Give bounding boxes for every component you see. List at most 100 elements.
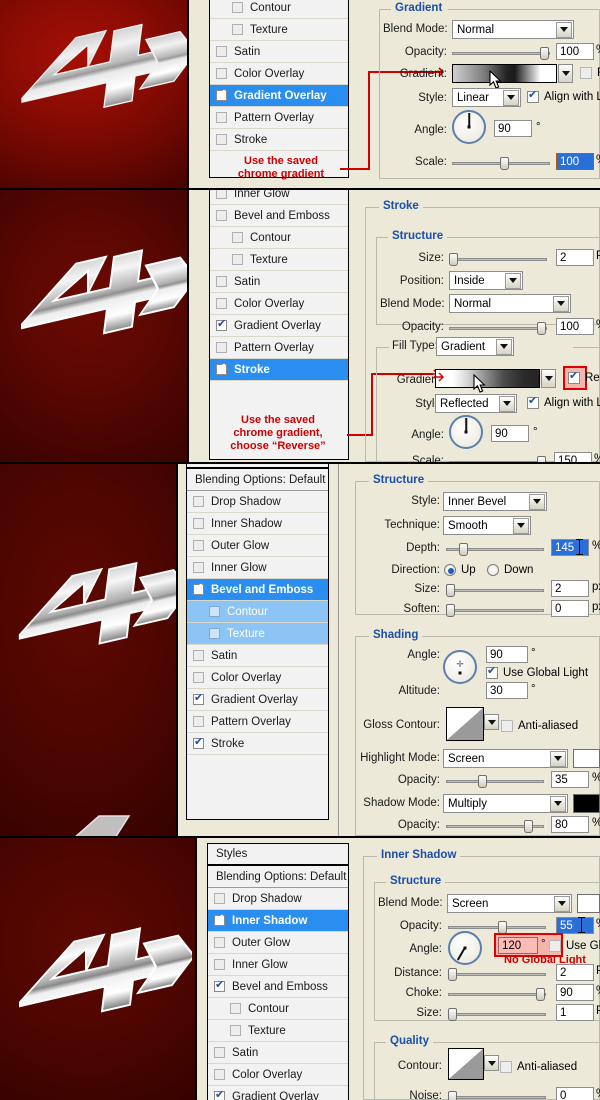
style-item-outer-glow[interactable]: Outer Glow [187,535,328,557]
style-item-gradient-overlay[interactable]: Gradient Overlay [208,1086,348,1100]
blend-mode-select[interactable]: Normal [452,20,574,39]
style-item-contour[interactable]: Contour [210,227,348,249]
gradient-preview-1[interactable] [452,64,557,83]
angle-field[interactable]: 120 [498,937,538,954]
soften-field[interactable]: 0 [551,600,589,617]
checkbox-icon[interactable] [193,692,204,705]
checkbox-icon[interactable] [214,979,225,992]
checkbox-icon[interactable] [193,518,204,529]
angle-dial[interactable] [452,110,486,144]
scale-field[interactable]: 100 [556,153,594,170]
highlight-opacity-field[interactable]: 35 [551,771,589,788]
checkbox-icon[interactable] [214,937,225,948]
size-field[interactable]: 1 [556,1004,594,1021]
reverse-checkbox[interactable]: Reve [568,370,600,384]
checkbox-icon[interactable] [193,582,204,595]
opacity-slider[interactable] [449,322,547,335]
checkbox-icon[interactable] [501,720,513,732]
checkbox-icon[interactable] [214,959,225,970]
chevron-down-icon[interactable] [499,395,515,412]
style-item-texture[interactable]: Texture [208,1020,348,1042]
checkbox-icon[interactable] [216,342,227,353]
style-item-contour[interactable]: Contour [210,0,348,19]
bevel-style-select[interactable]: Inner Bevel [443,492,547,511]
checkbox-icon[interactable] [209,606,220,617]
styles-list-3[interactable]: Styles Blending Options: Default Drop Sh… [186,464,329,820]
style-item-contour[interactable]: Contour [208,998,348,1020]
scale-slider[interactable] [452,157,550,170]
checkbox-icon[interactable] [216,190,227,199]
chevron-down-icon[interactable] [503,89,519,106]
contour-preview[interactable] [448,1048,484,1080]
blending-options-item[interactable]: Blending Options: Default [187,469,328,491]
checkbox-icon[interactable] [216,210,227,221]
choke-slider[interactable] [448,988,546,1001]
style-item-gradient-overlay[interactable]: Gradient Overlay [210,85,348,107]
checkbox-icon[interactable] [216,362,227,375]
anti-aliased-checkbox[interactable]: Anti-aliased [500,1061,577,1073]
chevron-down-icon[interactable] [550,750,566,767]
highlight-color-swatch[interactable] [573,749,600,768]
scale-field[interactable]: 150 [554,452,592,462]
style-item-color-overlay[interactable]: Color Overlay [208,1064,348,1086]
chevron-down-icon[interactable] [554,895,570,912]
checkbox-icon[interactable] [580,67,592,79]
shadow-color-swatch[interactable] [573,794,600,813]
style-item-inner-glow[interactable]: Inner Glow [210,190,348,205]
fill-type-select[interactable]: Gradient [436,337,514,356]
opacity-slider[interactable] [452,47,550,60]
checkbox-icon[interactable] [214,893,225,904]
chevron-down-icon[interactable] [550,795,566,812]
chevron-down-icon[interactable] [513,517,529,534]
checkbox-icon[interactable] [216,134,227,145]
style-item-pattern-overlay[interactable]: Pattern Overlay [187,711,328,733]
opacity-field[interactable]: 55 [556,917,594,934]
blend-mode-select[interactable]: Normal [449,294,571,313]
style-item-drop-shadow[interactable]: Drop Shadow [187,491,328,513]
checkbox-icon[interactable] [232,2,243,13]
style-item-inner-shadow[interactable]: Inner Shadow [208,910,348,932]
angle-dial[interactable] [448,931,482,965]
noise-field[interactable]: 0 [556,1087,594,1100]
style-item-stroke[interactable]: Stroke [187,733,328,755]
opacity-field[interactable]: 100 [556,43,594,60]
chevron-down-icon[interactable] [556,21,572,38]
style-item-satin[interactable]: Satin [187,645,328,667]
style-item-gradient-overlay[interactable]: Gradient Overlay [210,315,348,337]
chevron-down-icon[interactable] [553,295,569,312]
reverse-checkbox[interactable]: Re [580,67,600,79]
style-item-texture[interactable]: Texture [210,19,348,41]
use-global-light-checkbox[interactable]: Use Globa [549,940,600,952]
chevron-down-icon[interactable] [529,493,545,510]
style-item-color-overlay[interactable]: Color Overlay [187,667,328,689]
size-slider[interactable] [449,253,547,266]
opacity-field[interactable]: 100 [556,318,594,335]
checkbox-icon[interactable] [230,1003,241,1014]
size-field[interactable]: 2 [551,580,589,597]
style-item-satin[interactable]: Satin [208,1042,348,1064]
chevron-down-icon[interactable] [496,338,512,355]
checkbox-icon[interactable] [216,276,227,287]
radio-icon[interactable] [444,564,456,576]
style-item-drop-shadow[interactable]: Drop Shadow [208,888,348,910]
checkbox-icon[interactable] [216,88,227,101]
checkbox-icon[interactable] [216,46,227,57]
depth-slider[interactable] [446,543,544,556]
align-with-layer-checkbox[interactable]: Align with L [527,89,600,103]
style-item-stroke[interactable]: Stroke [210,129,348,151]
angle-dial[interactable] [449,415,483,449]
style-item-outer-glow[interactable]: Outer Glow [208,932,348,954]
checkbox-icon[interactable] [216,298,227,309]
gradient-style-select[interactable]: Reflected [435,394,517,413]
checkbox-icon[interactable] [527,89,539,103]
style-item-color-overlay[interactable]: Color Overlay [210,293,348,315]
highlight-opacity-slider[interactable] [446,775,544,788]
checkbox-icon[interactable] [214,1069,225,1080]
checkbox-icon[interactable] [214,1047,225,1058]
checkbox-icon[interactable] [193,540,204,551]
choke-field[interactable]: 90 [556,984,594,1001]
checkbox-icon[interactable] [193,562,204,573]
distance-slider[interactable] [448,968,546,981]
styles-list-4[interactable]: Styles Blending Options: Default Drop Sh… [207,843,349,1100]
position-select[interactable]: Inside [449,271,523,290]
